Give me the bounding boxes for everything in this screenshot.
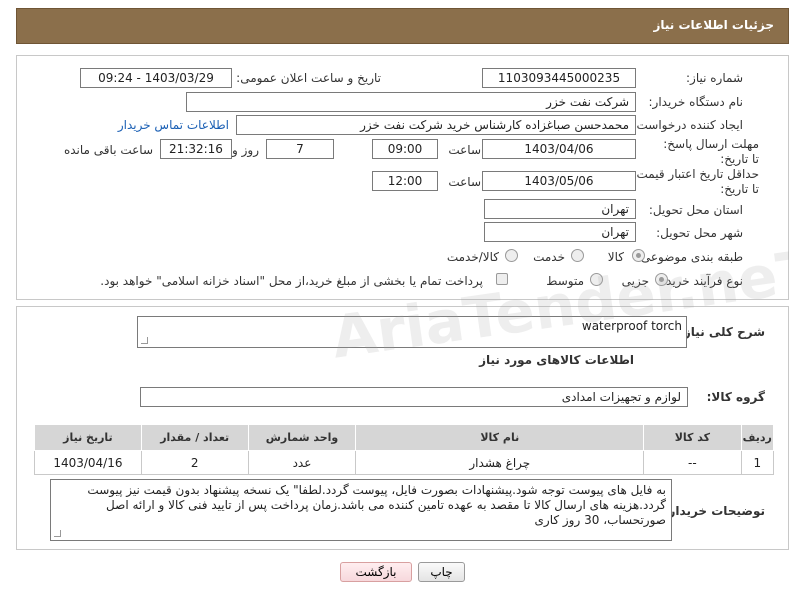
category-option-goods: کالا [607, 250, 624, 264]
category-option-goods-service: کالا/خدمت [446, 250, 499, 264]
buyer-notes-text: به فایل های پیوست توجه شود.پیشنهادات بصو… [87, 483, 666, 527]
cell-unit: عدد [247, 450, 357, 475]
goods-group-field: لوازم و تجهیزات امدادی [140, 387, 688, 407]
remaining-label: ساعت باقی مانده [63, 143, 153, 157]
col-item-name: نام کالا [355, 424, 645, 451]
days-field: 7 [266, 139, 334, 159]
validity-label: حداقل تاریخ اعتبار قیمت: تا تاریخ: [632, 167, 759, 196]
print-button[interactable]: چاپ [418, 562, 465, 582]
summary-resize-handle[interactable] [141, 337, 148, 344]
creator-field: محمدحسن صباغزاده کارشناس خرید شرکت نفت خ… [236, 115, 636, 135]
validity-time-label: ساعت [448, 175, 481, 189]
summary-text: waterproof torch [581, 319, 682, 333]
payment-note: پرداخت تمام یا بخشی از مبلغ خرید،از محل … [100, 274, 483, 288]
category-label: طبقه بندی موضوعی: [636, 250, 743, 264]
col-item-code: کد کالا [643, 424, 742, 451]
announce-datetime-field: 1403/03/29 - 09:24 [80, 68, 232, 88]
need-number-field: 1103093445000235 [482, 68, 636, 88]
goods-group-label: گروه کالا: [706, 390, 765, 404]
city-field: تهران [484, 222, 636, 242]
summary-label: شرح کلی نیاز: [679, 325, 765, 339]
process-radio-minor[interactable] [655, 273, 668, 286]
page-title: جزئیات اطلاعات نیاز [653, 18, 774, 32]
buyer-org-field: شرکت نفت خزر [186, 92, 636, 112]
buyer-notes-field: به فایل های پیوست توجه شود.پیشنهادات بصو… [50, 479, 672, 541]
category-radio-goods[interactable] [632, 249, 645, 262]
col-row-number: ردیف [740, 424, 775, 451]
col-need-date: تاریخ نیاز [34, 424, 142, 451]
reply-time-field: 09:00 [372, 139, 438, 159]
treasury-payment-checkbox[interactable] [496, 273, 508, 285]
goods-info-title: اطلاعات کالاهای مورد نیاز [479, 353, 634, 367]
page-header: جزئیات اطلاعات نیاز [16, 8, 789, 44]
days-label: روز و [232, 143, 259, 157]
goods-table: ردیف کد کالا نام کالا واحد شمارش تعداد /… [34, 424, 775, 475]
announce-label: تاریخ و ساعت اعلان عمومی: [236, 71, 381, 85]
reply-time-label: ساعت [448, 143, 481, 157]
need-number-label: شماره نیاز: [686, 71, 743, 85]
table-row: 1 -- چراغ هشدار عدد 2 1403/04/16 [34, 450, 775, 475]
col-quantity: تعداد / مقدار [140, 424, 249, 451]
summary-field: waterproof torch [137, 316, 687, 348]
province-field: تهران [484, 199, 636, 219]
notes-resize-handle[interactable] [54, 530, 61, 537]
category-radio-service[interactable] [571, 249, 584, 262]
process-label: نوع فرآیند خرید : [658, 274, 743, 288]
remaining-time-field: 21:32:16 [160, 139, 232, 159]
goods-table-header-row: ردیف کد کالا نام کالا واحد شمارش تعداد /… [34, 424, 775, 451]
creator-label: ایجاد کننده درخواست: [632, 118, 743, 132]
buyer-contact-link[interactable]: اطلاعات تماس خریدار [118, 118, 229, 132]
cell-need-date: 1403/04/16 [34, 450, 142, 475]
category-radio-goods-service[interactable] [505, 249, 518, 262]
category-option-service: خدمت [533, 250, 565, 264]
city-label: شهر محل تحویل: [656, 226, 743, 240]
cell-quantity: 2 [140, 450, 249, 475]
cell-item-code: -- [643, 450, 742, 475]
process-radio-medium[interactable] [590, 273, 603, 286]
validity-date-field: 1403/05/06 [482, 171, 636, 191]
province-label: استان محل تحویل: [648, 203, 743, 217]
process-option-minor: جزیی [621, 274, 649, 288]
reply-deadline-label: مهلت ارسال پاسخ: تا تاریخ: [663, 137, 759, 166]
back-button[interactable]: بازگشت [340, 562, 412, 582]
cell-item-name: چراغ هشدار [355, 450, 645, 475]
reply-date-field: 1403/04/06 [482, 139, 636, 159]
buyer-notes-label: توضیحات خریدار: [663, 504, 765, 518]
validity-time-field: 12:00 [372, 171, 438, 191]
col-unit: واحد شمارش [247, 424, 357, 451]
cell-row-number: 1 [740, 450, 775, 475]
process-option-medium: متوسط [546, 274, 584, 288]
buyer-org-label: نام دستگاه خریدار: [648, 95, 744, 109]
